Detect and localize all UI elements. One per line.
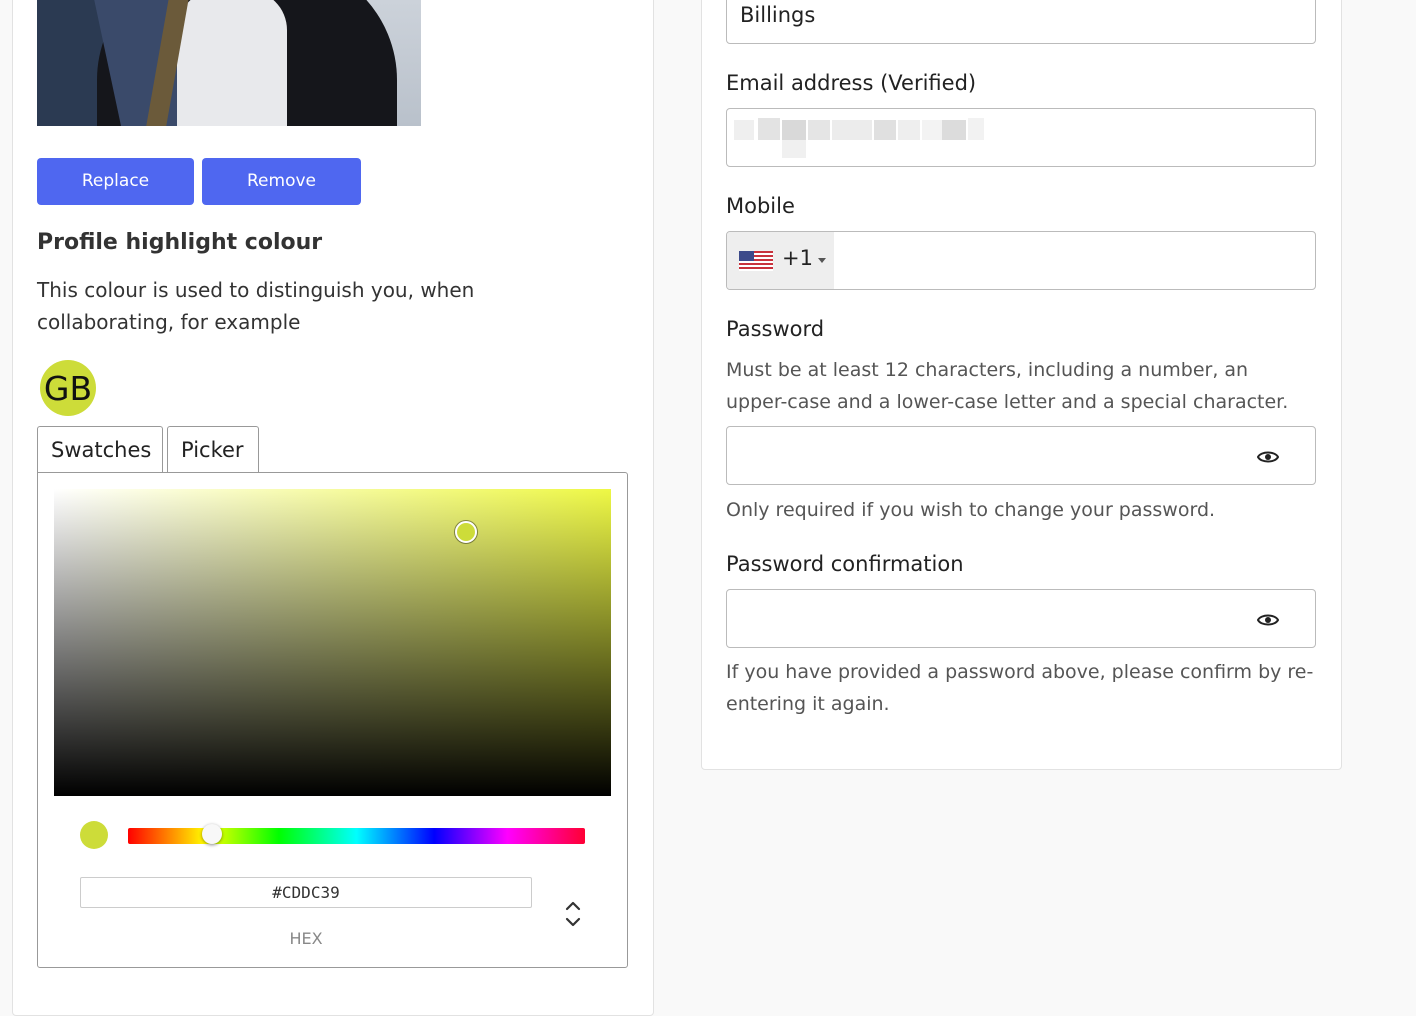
tab-picker[interactable]: Picker bbox=[167, 426, 259, 475]
dial-code: +1 bbox=[782, 246, 813, 270]
profile-photo bbox=[37, 0, 421, 126]
last-name-field[interactable] bbox=[726, 0, 1316, 44]
saturation-cursor[interactable] bbox=[455, 520, 478, 543]
mobile-label: Mobile bbox=[726, 194, 795, 218]
remove-photo-button[interactable]: Remove photo bbox=[202, 158, 361, 238]
mobile-field-group: +1 bbox=[726, 231, 1316, 290]
hex-format-label: HEX bbox=[289, 929, 323, 948]
hex-input[interactable] bbox=[80, 877, 532, 908]
password-confirmation-label: Password confirmation bbox=[726, 552, 964, 576]
format-toggle-icon[interactable] bbox=[563, 897, 583, 931]
email-label: Email address (Verified) bbox=[726, 71, 977, 95]
eye-icon[interactable] bbox=[1257, 449, 1279, 465]
password-input[interactable] bbox=[726, 426, 1316, 485]
redacted-email-value bbox=[734, 118, 984, 158]
color-picker-panel: HEX bbox=[37, 472, 628, 968]
color-preview-swatch bbox=[80, 821, 108, 849]
hue-slider-thumb[interactable] bbox=[201, 824, 222, 844]
tab-swatches[interactable]: Swatches bbox=[37, 426, 163, 473]
us-flag-icon bbox=[739, 251, 773, 271]
country-code-select[interactable]: +1 bbox=[727, 232, 834, 289]
password-rules: Must be at least 12 characters, includin… bbox=[726, 359, 1289, 413]
avatar: GB bbox=[40, 360, 96, 416]
highlight-colour-description: This colour is used to distinguish you, … bbox=[37, 278, 475, 334]
password-confirmation-input[interactable] bbox=[726, 589, 1316, 648]
mobile-input[interactable] bbox=[835, 232, 1315, 289]
password-label: Password bbox=[726, 317, 825, 341]
saturation-area[interactable] bbox=[54, 489, 611, 796]
chevron-down-icon bbox=[818, 258, 826, 263]
highlight-colour-title: Profile highlight colour bbox=[37, 230, 323, 255]
password-hint: Only required if you wish to change your… bbox=[726, 499, 1216, 521]
replace-photo-button[interactable]: Replace photo bbox=[37, 158, 194, 238]
password-confirmation-hint: If you have provided a password above, p… bbox=[726, 661, 1314, 715]
hue-slider[interactable] bbox=[128, 828, 585, 844]
avatar-initials: GB bbox=[43, 368, 93, 408]
eye-icon[interactable] bbox=[1257, 612, 1279, 628]
